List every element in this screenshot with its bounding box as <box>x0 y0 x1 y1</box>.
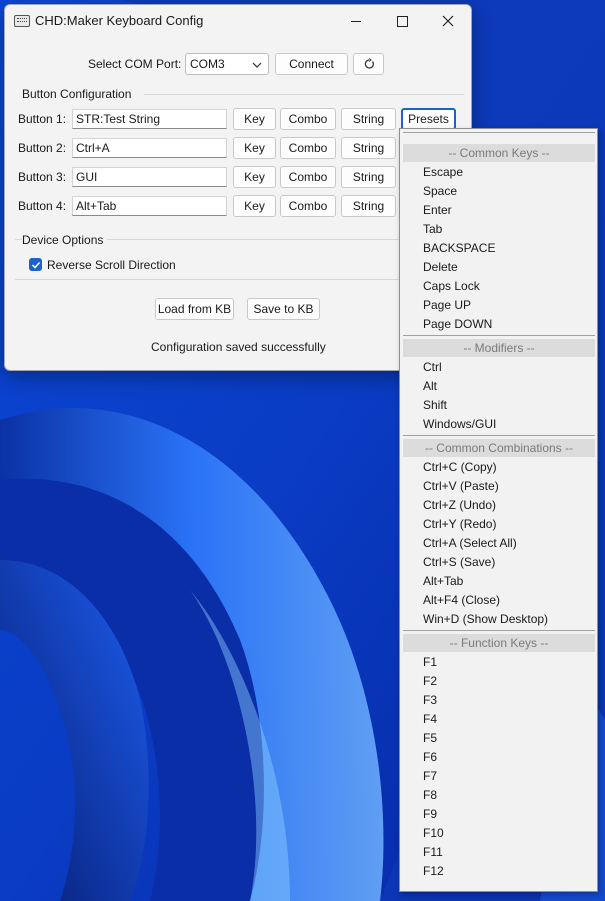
close-icon <box>442 15 454 27</box>
com-port-select[interactable]: COM3 <box>185 53 269 75</box>
menu-item[interactable]: Alt+F4 (Close) <box>423 593 500 607</box>
menu-item[interactable]: Page DOWN <box>423 317 492 331</box>
maximize-button[interactable] <box>379 5 425 37</box>
menu-item[interactable]: F5 <box>423 731 437 745</box>
device-options-group-label: Device Options <box>22 233 108 247</box>
minimize-icon <box>351 20 361 22</box>
menu-item[interactable]: Delete <box>423 260 458 274</box>
button-label: Button 1: <box>18 112 67 126</box>
menu-item[interactable]: Escape <box>423 165 463 179</box>
key-button[interactable]: Key <box>233 137 276 159</box>
menu-item[interactable]: Tab <box>423 222 442 236</box>
status-message: Configuration saved successfully <box>151 340 326 354</box>
menu-section-header: -- Common Keys -- <box>403 144 595 162</box>
menu-item[interactable]: Ctrl <box>423 360 442 374</box>
menu-separator <box>403 132 595 133</box>
combo-button[interactable]: Combo <box>280 195 336 217</box>
close-button[interactable] <box>425 5 471 37</box>
window-title: CHD:Maker Keyboard Config <box>35 13 204 28</box>
menu-item[interactable]: F12 <box>423 864 444 878</box>
menu-item[interactable]: Caps Lock <box>423 279 480 293</box>
key-button[interactable]: Key <box>233 195 276 217</box>
button-config-group-label: Button Configuration <box>22 87 132 101</box>
menu-item[interactable]: Ctrl+Z (Undo) <box>423 498 496 512</box>
refresh-button[interactable] <box>353 53 384 75</box>
button-label: Button 2: <box>18 141 67 155</box>
menu-item[interactable]: F10 <box>423 826 444 840</box>
string-button[interactable]: String <box>341 108 396 130</box>
button-mapping-field[interactable]: STR:Test String <box>72 109 227 129</box>
menu-section-header: -- Function Keys -- <box>403 634 595 652</box>
menu-item[interactable]: F1 <box>423 655 437 669</box>
key-button[interactable]: Key <box>233 108 276 130</box>
maximize-icon <box>396 15 408 27</box>
menu-item[interactable]: F3 <box>423 693 437 707</box>
menu-item[interactable]: Win+D (Show Desktop) <box>423 612 548 626</box>
menu-item[interactable]: Windows/GUI <box>423 417 496 431</box>
menu-item[interactable]: Ctrl+S (Save) <box>423 555 495 569</box>
string-button[interactable]: String <box>341 166 396 188</box>
menu-item[interactable]: Alt+Tab <box>423 574 463 588</box>
menu-item[interactable]: F7 <box>423 769 437 783</box>
com-port-value: COM3 <box>190 57 225 71</box>
connect-button[interactable]: Connect <box>275 53 348 75</box>
refresh-icon <box>364 58 374 69</box>
menu-item[interactable]: F8 <box>423 788 437 802</box>
menu-item[interactable]: F11 <box>423 845 443 859</box>
checkmark-icon <box>31 261 40 269</box>
chevron-down-icon <box>252 62 262 68</box>
button-label: Button 3: <box>18 170 67 184</box>
menu-section-header: -- Common Combinations -- <box>403 439 595 457</box>
menu-item[interactable]: Shift <box>423 398 447 412</box>
device-options-bottom-border <box>15 279 403 280</box>
menu-item[interactable]: Ctrl+V (Paste) <box>423 479 499 493</box>
menu-item[interactable]: Page UP <box>423 298 471 312</box>
button-label: Button 4: <box>18 199 67 213</box>
menu-separator <box>403 630 595 631</box>
com-port-label: Select COM Port: <box>88 57 182 71</box>
combo-button[interactable]: Combo <box>280 108 336 130</box>
menu-item[interactable]: BACKSPACE <box>423 241 495 255</box>
reverse-scroll-label[interactable]: Reverse Scroll Direction <box>47 258 176 272</box>
menu-item[interactable]: Space <box>423 184 457 198</box>
menu-item[interactable]: Ctrl+A (Select All) <box>423 536 517 550</box>
presets-menu: -- Common Keys -- Escape Space Enter Tab BACK… <box>399 128 598 892</box>
string-button[interactable]: String <box>341 195 396 217</box>
reverse-scroll-checkbox[interactable] <box>29 258 42 271</box>
menu-item[interactable]: F9 <box>423 807 437 821</box>
string-button[interactable]: String <box>341 137 396 159</box>
menu-item[interactable]: Ctrl+C (Copy) <box>423 460 497 474</box>
combo-button[interactable]: Combo <box>280 137 336 159</box>
menu-section-header: -- Modifiers -- <box>403 339 595 357</box>
minimize-button[interactable] <box>333 5 379 37</box>
title-bar[interactable]: CHD:Maker Keyboard Config <box>5 5 471 37</box>
key-button[interactable]: Key <box>233 166 276 188</box>
button-mapping-field[interactable]: Alt+Tab <box>72 196 227 216</box>
menu-separator <box>403 435 595 436</box>
button-mapping-field[interactable]: GUI <box>72 167 227 187</box>
menu-item[interactable]: Alt <box>423 379 437 393</box>
menu-item[interactable]: Ctrl+Y (Redo) <box>423 517 496 531</box>
combo-button[interactable]: Combo <box>280 166 336 188</box>
menu-item[interactable]: F4 <box>423 712 437 726</box>
keyboard-icon <box>14 15 30 27</box>
menu-item[interactable]: F2 <box>423 674 437 688</box>
save-to-kb-button[interactable]: Save to KB <box>247 298 320 320</box>
menu-separator <box>403 335 595 336</box>
load-from-kb-button[interactable]: Load from KB <box>155 298 234 320</box>
menu-item[interactable]: Enter <box>423 203 452 217</box>
button-config-group-border <box>144 94 464 95</box>
menu-item[interactable]: F6 <box>423 750 437 764</box>
button-mapping-field[interactable]: Ctrl+A <box>72 138 227 158</box>
presets-button[interactable]: Presets <box>401 108 456 130</box>
